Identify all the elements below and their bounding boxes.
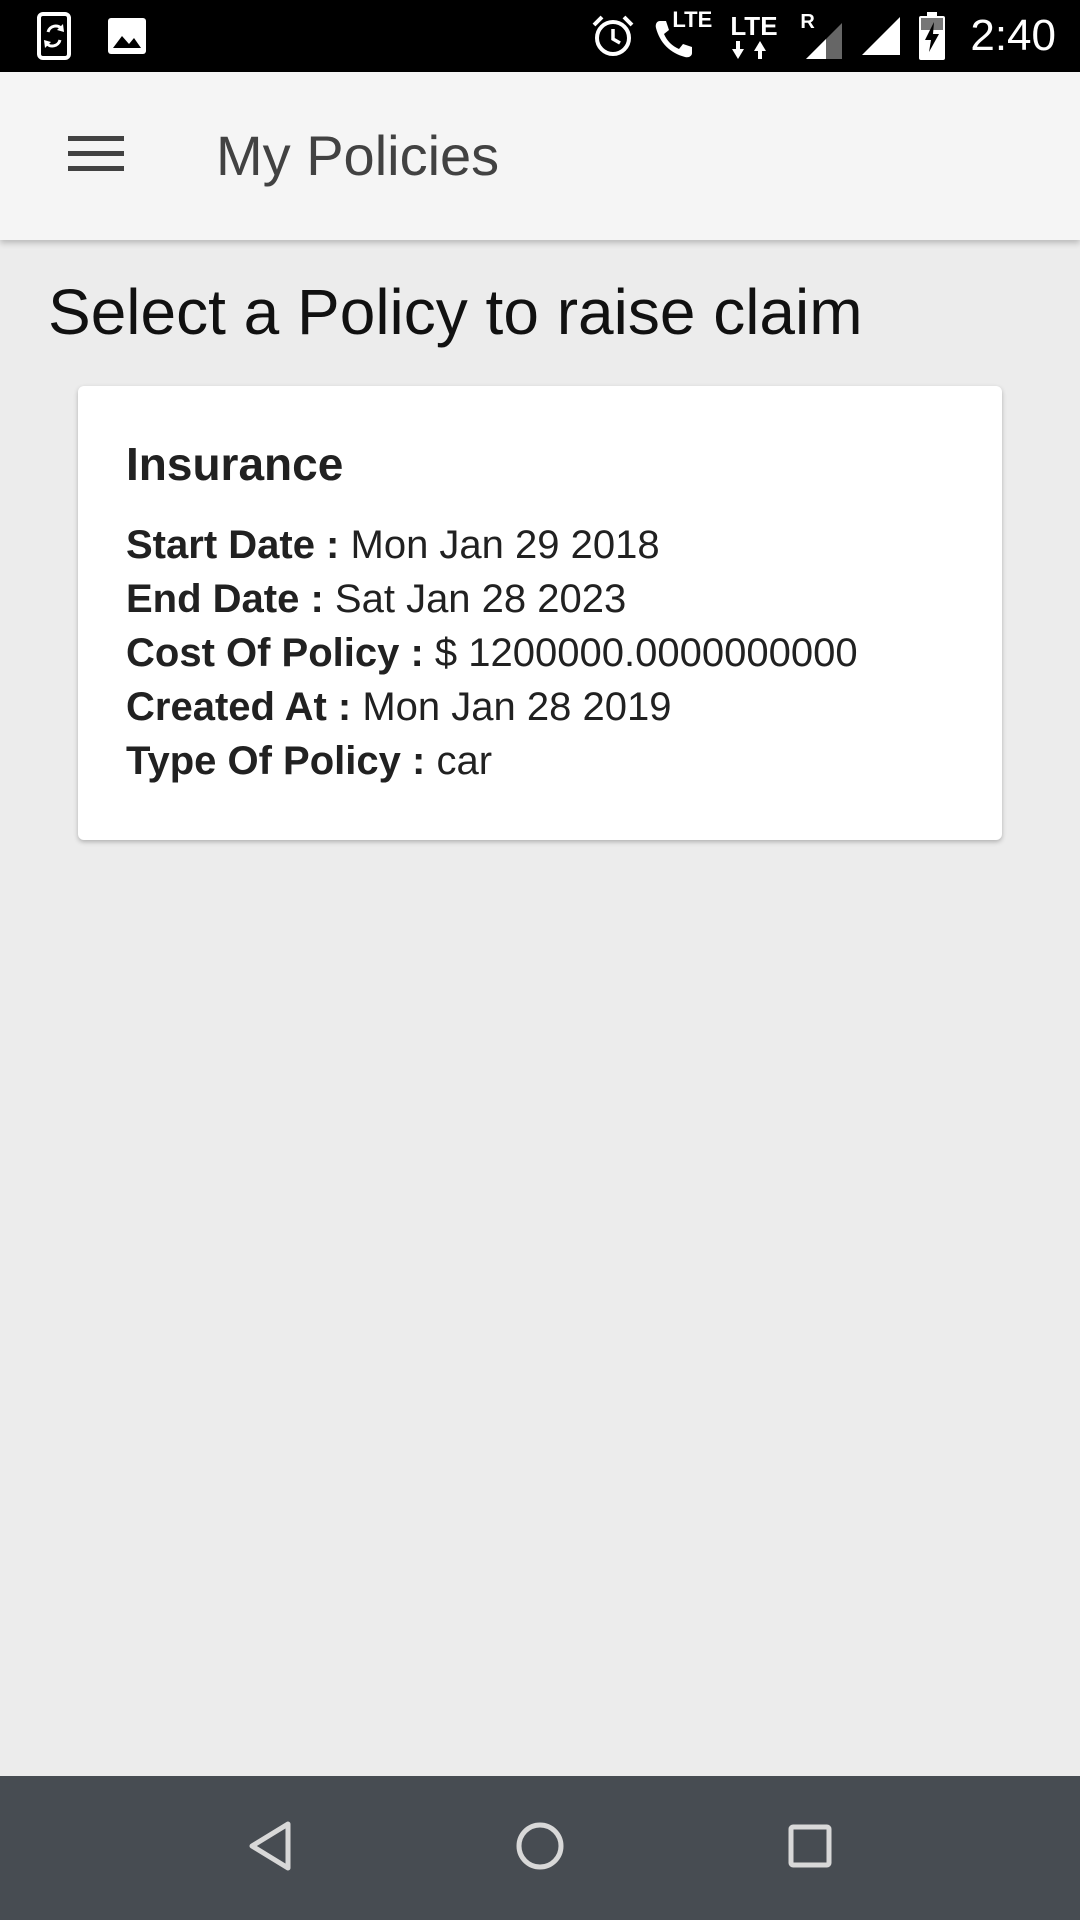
back-icon [246,1820,294,1877]
hamburger-menu-icon [68,134,124,179]
end-date-value: Sat Jan 28 2023 [323,577,627,621]
status-left-icons [36,12,148,60]
status-right-icons: LTE LTE R 2:40 [590,7,1056,64]
page-heading: Select a Policy to raise claim [48,276,863,348]
lte-data-icon: LTE [726,11,784,61]
back-button[interactable] [230,1808,310,1888]
home-icon [515,1821,565,1876]
cost-label: Cost Of Policy : [126,631,424,675]
end-date-label: End Date : [126,577,324,621]
start-date-value: Mon Jan 29 2018 [339,523,660,567]
lte-label-1: LTE [672,7,713,32]
app-title: My Policies [216,124,500,187]
cost-value: $ 1200000.0000000000 [423,631,858,675]
menu-button[interactable] [56,122,136,190]
policy-type-label: Type Of Policy : [126,739,426,783]
navigation-bar [0,1776,1080,1920]
signal-roaming-icon: R [800,11,844,61]
cost-row: Cost Of Policy : $ 1200000.0000000000 [126,626,1002,680]
policy-type-row: Type Of Policy : car [126,734,1002,788]
end-date-row: End Date : Sat Jan 28 2023 [126,572,1002,626]
image-icon [106,16,148,56]
policy-card-title: Insurance [126,438,344,490]
policy-type-value: car [425,739,493,783]
phone-sync-icon [36,12,76,60]
app-bar: My Policies [0,72,1080,240]
status-time: 2:40 [970,11,1056,60]
policy-card[interactable]: Insurance Start Date : Mon Jan 29 2018 E… [78,386,1002,840]
start-date-row: Start Date : Mon Jan 29 2018 [126,518,1002,572]
created-at-value: Mon Jan 28 2019 [351,685,672,729]
screen: LTE LTE R 2:40 My Policies Select a Poli… [0,0,1080,1920]
created-at-label: Created At : [126,685,352,729]
status-bar: LTE LTE R 2:40 [0,0,1080,72]
recents-button[interactable] [770,1808,850,1888]
created-at-row: Created At : Mon Jan 28 2019 [126,680,1002,734]
recents-icon [787,1823,833,1874]
home-button[interactable] [500,1808,580,1888]
lte-label-2: LTE [730,11,778,41]
battery-charging-icon [918,12,946,60]
volte-call-icon: LTE [652,7,712,61]
start-date-label: Start Date : [126,523,340,567]
alarm-icon [590,13,636,59]
signal-full-icon [860,15,902,57]
